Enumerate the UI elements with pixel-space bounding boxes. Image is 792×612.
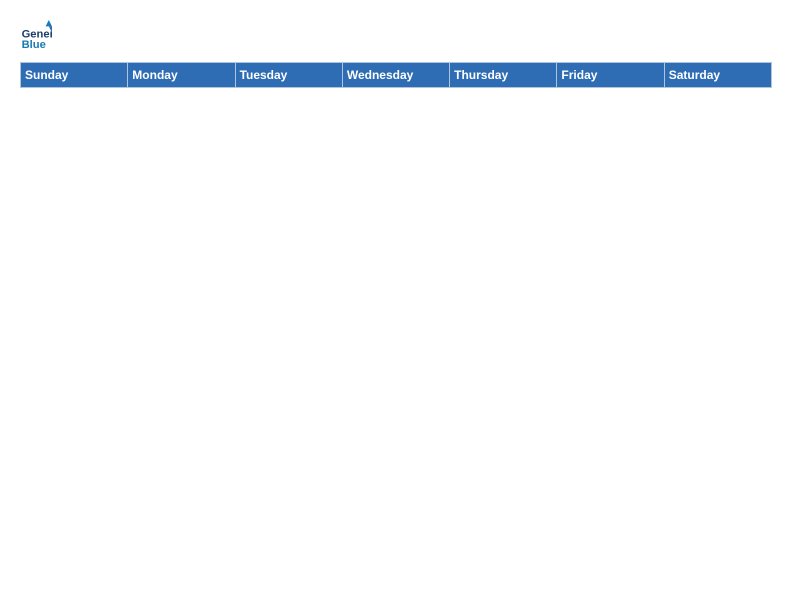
svg-text:Blue: Blue	[22, 39, 46, 51]
logo: General Blue	[20, 20, 56, 52]
weekday-header-tuesday: Tuesday	[235, 63, 342, 88]
page-header: General Blue	[20, 20, 772, 52]
calendar-table: SundayMondayTuesdayWednesdayThursdayFrid…	[20, 62, 772, 88]
logo-icon: General Blue	[20, 20, 52, 52]
weekday-header-monday: Monday	[128, 63, 235, 88]
weekday-header-friday: Friday	[557, 63, 664, 88]
weekday-header-thursday: Thursday	[450, 63, 557, 88]
weekday-header-wednesday: Wednesday	[342, 63, 449, 88]
calendar-header-row: SundayMondayTuesdayWednesdayThursdayFrid…	[21, 63, 772, 88]
weekday-header-sunday: Sunday	[21, 63, 128, 88]
weekday-header-saturday: Saturday	[664, 63, 771, 88]
